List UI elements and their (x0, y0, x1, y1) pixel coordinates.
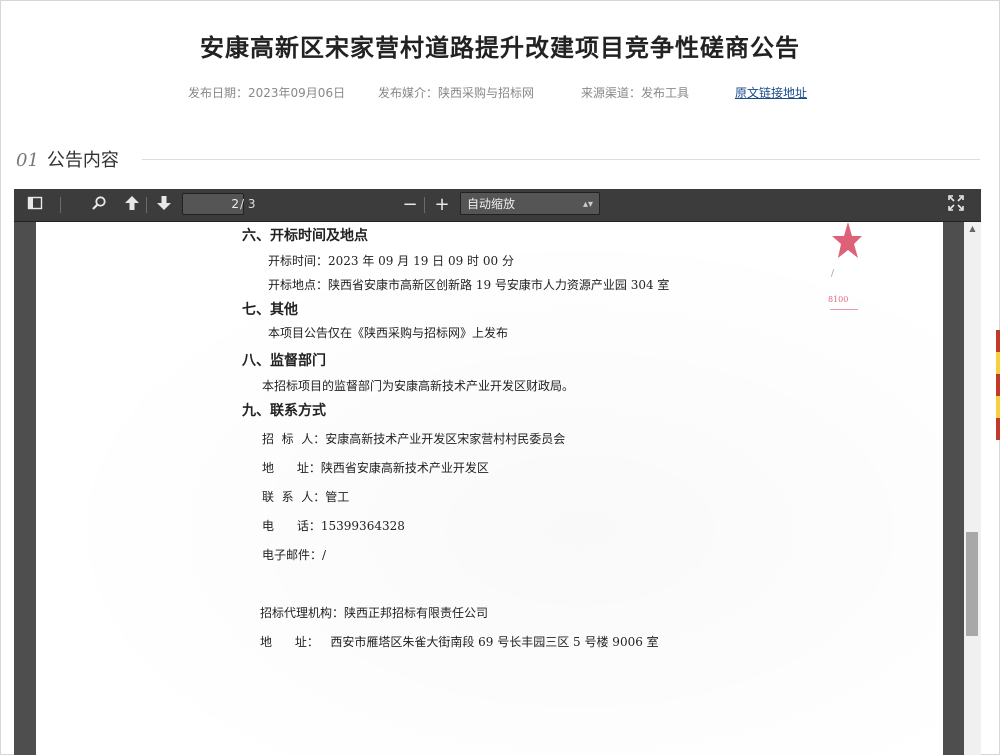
scrollbar-thumb[interactable] (966, 532, 978, 636)
contact-person: 联 系 人：管工 (262, 490, 350, 504)
contact-phone: 电 话：15399364328 (262, 519, 405, 533)
section-number: 01 (16, 150, 39, 171)
side-decoration (996, 330, 1000, 440)
contact-email: 电子邮件：/ (262, 548, 327, 562)
fullscreen-icon[interactable] (946, 195, 966, 215)
vertical-scrollbar[interactable]: ▲ (964, 222, 981, 755)
source-channel: 来源渠道：发布工具 (581, 86, 690, 100)
stamp-line (830, 309, 858, 310)
section-9-heading: 九、联系方式 (242, 403, 326, 419)
announcement-title: 安康高新区宋家营村道路提升改建项目竞争性磋商公告 (200, 34, 800, 62)
page-total: / 3 (240, 197, 256, 211)
toolbar-separator (424, 197, 425, 213)
pdf-page: / 8100 六、开标时间及地点 开标时间：2023 年 09 月 19 日 0… (36, 222, 943, 755)
agency-address: 地 址： 西安市雁塔区朱雀大街南段 69 号长丰园三区 5 号楼 9006 室 (260, 635, 659, 649)
select-arrows-icon: ▴▾ (582, 199, 593, 210)
zoom-out-icon[interactable]: − (400, 195, 420, 215)
original-link[interactable]: 原文链接地址 (735, 84, 807, 101)
section-divider (142, 159, 980, 160)
agency-name: 招标代理机构：陕西正邦招标有限责任公司 (260, 606, 489, 620)
section-title: 公告内容 (46, 150, 119, 171)
scroll-up-arrow-icon[interactable]: ▲ (964, 222, 981, 236)
section-7-heading: 七、其他 (242, 302, 298, 318)
section-6-heading: 六、开标时间及地点 (242, 228, 368, 244)
search-icon[interactable] (89, 195, 109, 215)
zoom-in-icon[interactable]: + (432, 195, 452, 215)
stamp-mark: / (831, 269, 835, 279)
section-8-text: 本招标项目的监督部门为安康高新技术产业开发区财政局。 (262, 379, 575, 393)
publish-media: 发布媒介：陕西采购与招标网 (378, 86, 535, 100)
contact-address: 地 址：陕西省安康高新技术产业开发区 (262, 461, 489, 475)
bid-opening-place: 开标地点：陕西省安康市高新区创新路 19 号安康市人力资源产业园 304 室 (268, 278, 670, 292)
page-number-input[interactable]: 2 (182, 193, 244, 215)
zoom-select[interactable]: 自动缩放 ▴▾ (460, 192, 600, 215)
publish-date: 发布日期：2023年09月06日 (188, 86, 346, 100)
section-header: 01 公告内容 (16, 146, 119, 172)
sidebar-toggle-icon[interactable] (25, 195, 45, 215)
bid-opening-time: 开标时间：2023 年 09 月 19 日 09 时 00 分 (268, 254, 514, 268)
stamp-text: 8100 (828, 295, 849, 304)
section-7-text: 本项目公告仅在《陕西采购与招标网》上发布 (268, 326, 509, 340)
toolbar-separator (60, 197, 61, 213)
pdf-viewer: 2 / 3 − + 自动缩放 ▴▾ / 8100 六、开标时间及地点 开标时间：… (14, 189, 981, 755)
section-8-heading: 八、监督部门 (242, 353, 326, 369)
toolbar-separator (146, 197, 147, 213)
red-stamp-star (832, 222, 862, 258)
zoom-select-value: 自动缩放 (467, 197, 516, 211)
contact-tenderer: 招 标 人：安康高新技术产业开发区宋家营村村民委员会 (262, 432, 566, 446)
pdf-toolbar: 2 / 3 − + 自动缩放 ▴▾ (14, 189, 981, 222)
previous-page-icon[interactable] (122, 195, 142, 215)
next-page-icon[interactable] (154, 195, 174, 215)
